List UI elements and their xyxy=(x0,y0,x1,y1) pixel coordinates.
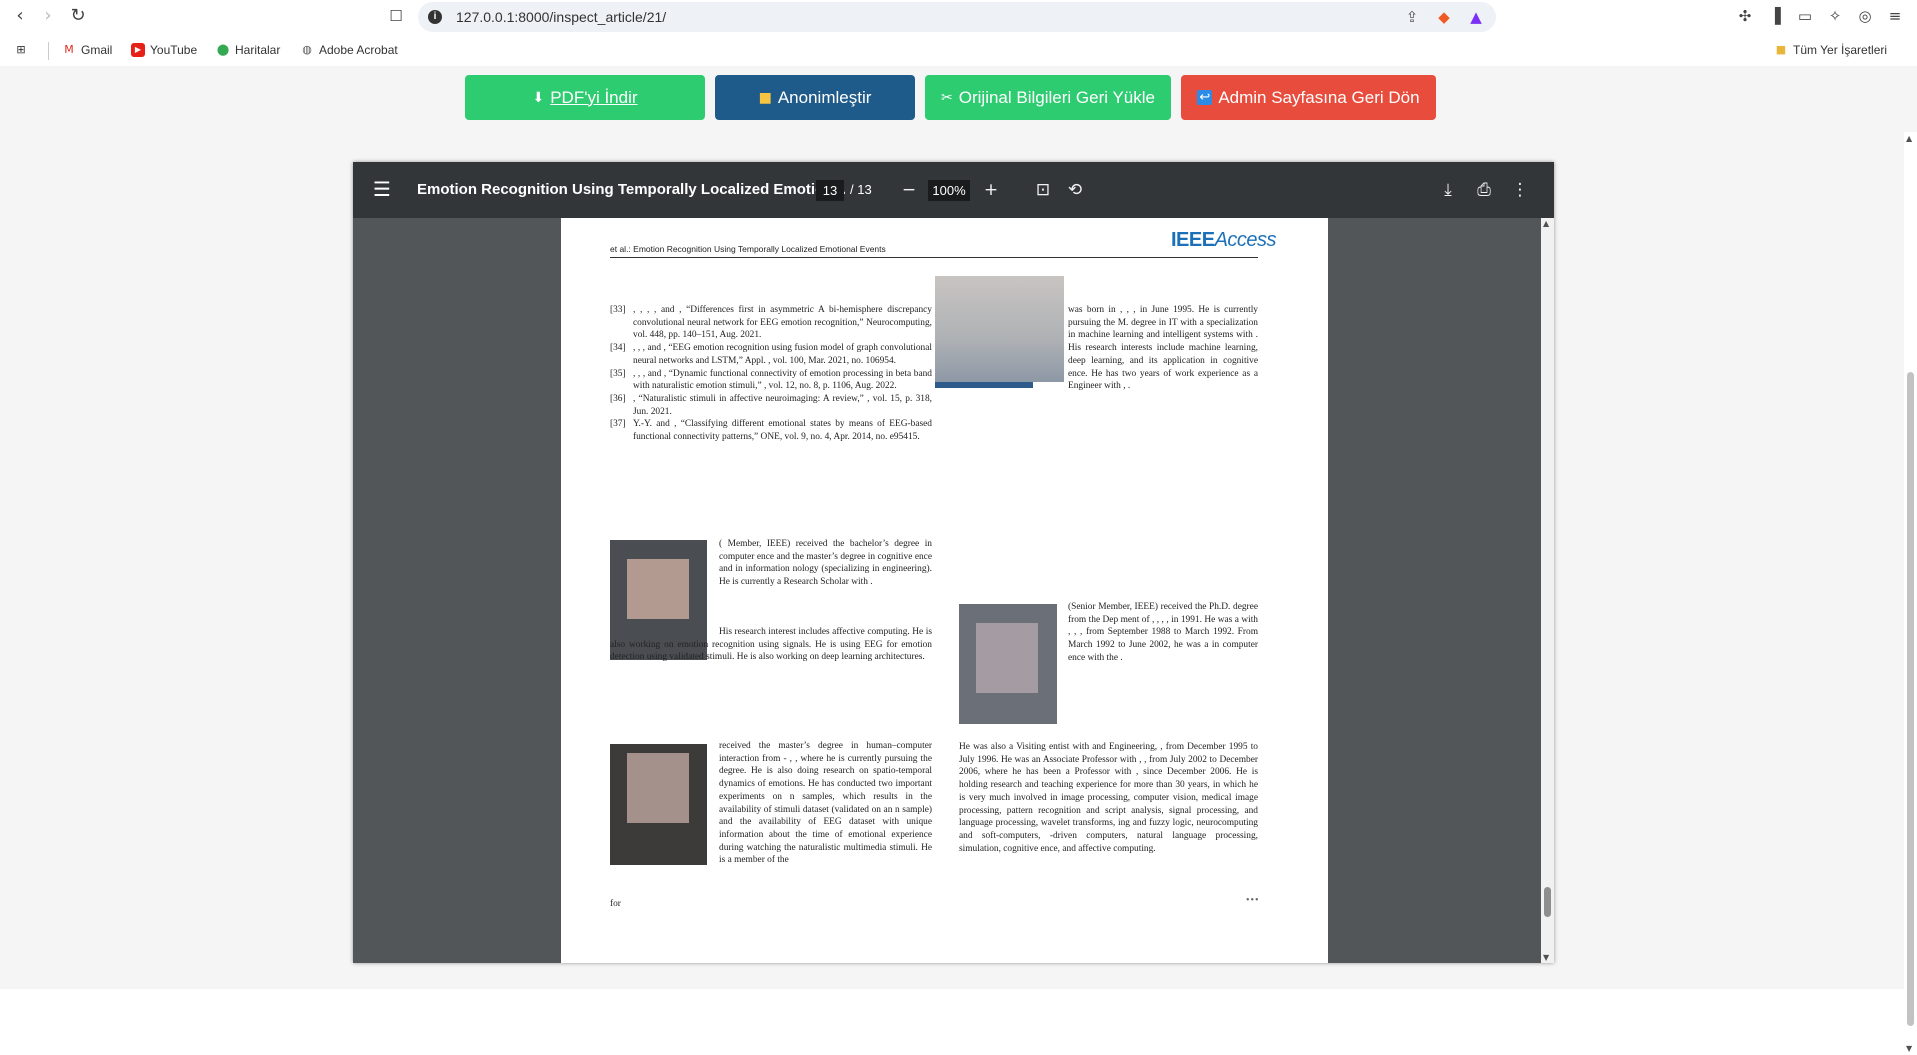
ieee-access-logo: IEEEAccess xyxy=(1171,229,1277,251)
bookmark-maps[interactable]: ⬤ Haritalar xyxy=(216,43,281,57)
author-bio: (Senior Member, IEEE) received the Ph.D.… xyxy=(1068,602,1258,663)
pdf-page: et al.: Emotion Recognition Using Tempor… xyxy=(561,218,1328,963)
globe-icon: ◍ xyxy=(302,43,312,56)
rotate-icon[interactable]: ⟲ xyxy=(1063,178,1087,202)
pdf-toolbar: ☰ Emotion Recognition Using Temporally L… xyxy=(353,162,1554,218)
back-to-admin-button[interactable]: ↩ Admin Sayfasına Geri Dön xyxy=(1181,75,1436,120)
site-info-icon[interactable]: i xyxy=(428,10,442,24)
url-text[interactable]: 127.0.0.1:8000/inspect_article/21/ xyxy=(456,9,666,25)
bookmark-youtube[interactable]: ▶ YouTube xyxy=(131,43,197,57)
scroll-up-icon[interactable]: ▲ xyxy=(1906,134,1912,143)
anonymize-button[interactable]: ■ Anonimleştir xyxy=(715,75,915,120)
vpn-icon[interactable]: ◎ xyxy=(1855,6,1875,26)
bookmarks-separator xyxy=(48,42,49,60)
author-bio: received the master’s degree in human–co… xyxy=(719,741,932,866)
author-bio: His research interest includes affective… xyxy=(610,627,932,663)
forward-icon[interactable]: › xyxy=(36,4,60,28)
page-total: / 13 xyxy=(850,182,872,197)
scroll-down-icon[interactable]: ▼ xyxy=(1543,953,1549,962)
pdf-scrollbar[interactable]: ▲ ▼ xyxy=(1541,218,1554,963)
extensions-icon[interactable]: ✣ xyxy=(1735,6,1755,26)
page-scroll-thumb[interactable] xyxy=(1907,372,1914,1026)
pdf-scroll-thumb[interactable] xyxy=(1544,887,1551,917)
wallet-icon[interactable]: ▭ xyxy=(1795,6,1815,26)
gmail-icon: M xyxy=(64,43,74,56)
author-bio: for xyxy=(610,899,621,909)
reference-item: [37] Y.-Y. and , “Classifying different e… xyxy=(610,419,932,443)
reload-icon[interactable]: ↻ xyxy=(66,4,90,28)
sidebar-icon[interactable]: ▐ xyxy=(1765,6,1785,26)
apps-icon[interactable]: ⊞ xyxy=(14,43,28,57)
all-bookmarks[interactable]: ■ Tüm Yer İşaretleri xyxy=(1774,43,1887,57)
bookmark-adobe[interactable]: ◍ Adobe Acrobat xyxy=(300,43,398,57)
download-pdf-button[interactable]: ⬇ PDF'yi İndir xyxy=(465,75,705,120)
face-mask xyxy=(976,623,1038,693)
more-options-icon[interactable]: ⋮ xyxy=(1508,178,1532,202)
reference-item: [36] , “Naturalistic stimuli in affectiv… xyxy=(610,393,932,417)
menu-icon[interactable]: ≡ xyxy=(1885,6,1905,26)
page-header: et al.: Emotion Recognition Using Tempor… xyxy=(610,244,886,254)
print-icon[interactable]: ⎙ xyxy=(1472,178,1496,202)
anonymized-photo-blur xyxy=(935,276,1064,382)
maps-pin-icon: ⬤ xyxy=(216,43,230,56)
return-icon: ↩ xyxy=(1197,90,1213,105)
reference-item: [35], , , and , “Dynamic functional conn… xyxy=(610,368,932,392)
address-bar[interactable]: i 127.0.0.1:8000/inspect_article/21/ ⇪ ◆… xyxy=(418,2,1496,32)
back-icon[interactable]: ‹ xyxy=(8,4,32,28)
page-number-input[interactable]: 13 xyxy=(816,180,844,201)
references-list: [33], , , , and , “Differences first in … xyxy=(610,304,932,444)
tools-icon: ✂ xyxy=(941,89,953,106)
bookmark-icon[interactable]: ☐ xyxy=(384,4,408,28)
pdf-viewer: ☰ Emotion Recognition Using Temporally L… xyxy=(353,162,1554,963)
author-bio: was born in , , , in June 1995. He is cu… xyxy=(1068,305,1258,392)
author-bio: He was also a Visiting entist with and E… xyxy=(959,742,1258,854)
zoom-in-icon[interactable]: + xyxy=(979,178,1003,202)
download-icon: ⬇ xyxy=(532,89,545,106)
face-mask xyxy=(627,753,689,823)
header-rule xyxy=(610,257,1258,258)
brave-shield-icon[interactable]: ◆ xyxy=(1434,8,1454,26)
hamburger-menu-icon[interactable]: ☰ xyxy=(373,177,391,201)
face-mask xyxy=(627,559,689,619)
download-pdf-icon[interactable]: ⤓ xyxy=(1436,178,1460,202)
zoom-out-icon[interactable]: − xyxy=(897,178,921,202)
page-scrollbar[interactable]: ▲ ▼ xyxy=(1904,132,1917,1055)
lock-icon: ■ xyxy=(758,89,772,106)
fit-page-icon[interactable]: ⊡ xyxy=(1031,178,1055,202)
bookmark-gmail[interactable]: M Gmail xyxy=(62,43,112,57)
scroll-down-icon[interactable]: ▼ xyxy=(1906,1044,1912,1053)
zoom-input[interactable]: 100% xyxy=(928,180,970,201)
scroll-up-icon[interactable]: ▲ xyxy=(1543,219,1549,228)
page-content: ⬇ PDF'yi İndir ■ Anonimleştir ✂ Orijinal… xyxy=(0,66,1917,1055)
browser-toolbar: ‹ › ↻ ☐ i 127.0.0.1:8000/inspect_article… xyxy=(0,0,1917,32)
share-icon[interactable]: ⇪ xyxy=(1402,8,1422,26)
end-mark: ••• xyxy=(1246,895,1260,906)
youtube-icon: ▶ xyxy=(131,43,145,57)
rewards-icon[interactable]: ▲ xyxy=(1466,8,1486,26)
bookmarks-bar: ⊞ M Gmail ▶ YouTube ⬤ Haritalar ◍ Adobe Acro… xyxy=(0,36,1917,66)
restore-original-button[interactable]: ✂ Orijinal Bilgileri Geri Yükle xyxy=(925,75,1171,120)
author-bio: ( Member, IEEE) received the bachelor’s … xyxy=(719,539,932,588)
folder-icon: ■ xyxy=(1775,43,1787,56)
reference-item: [33], , , , and , “Differences first in … xyxy=(610,305,932,341)
reference-item: [34], , , and , “EEG emotion recognition… xyxy=(610,343,932,366)
pdf-title: Emotion Recognition Using Temporally Loc… xyxy=(417,181,846,198)
leo-icon[interactable]: ✧ xyxy=(1825,6,1845,26)
